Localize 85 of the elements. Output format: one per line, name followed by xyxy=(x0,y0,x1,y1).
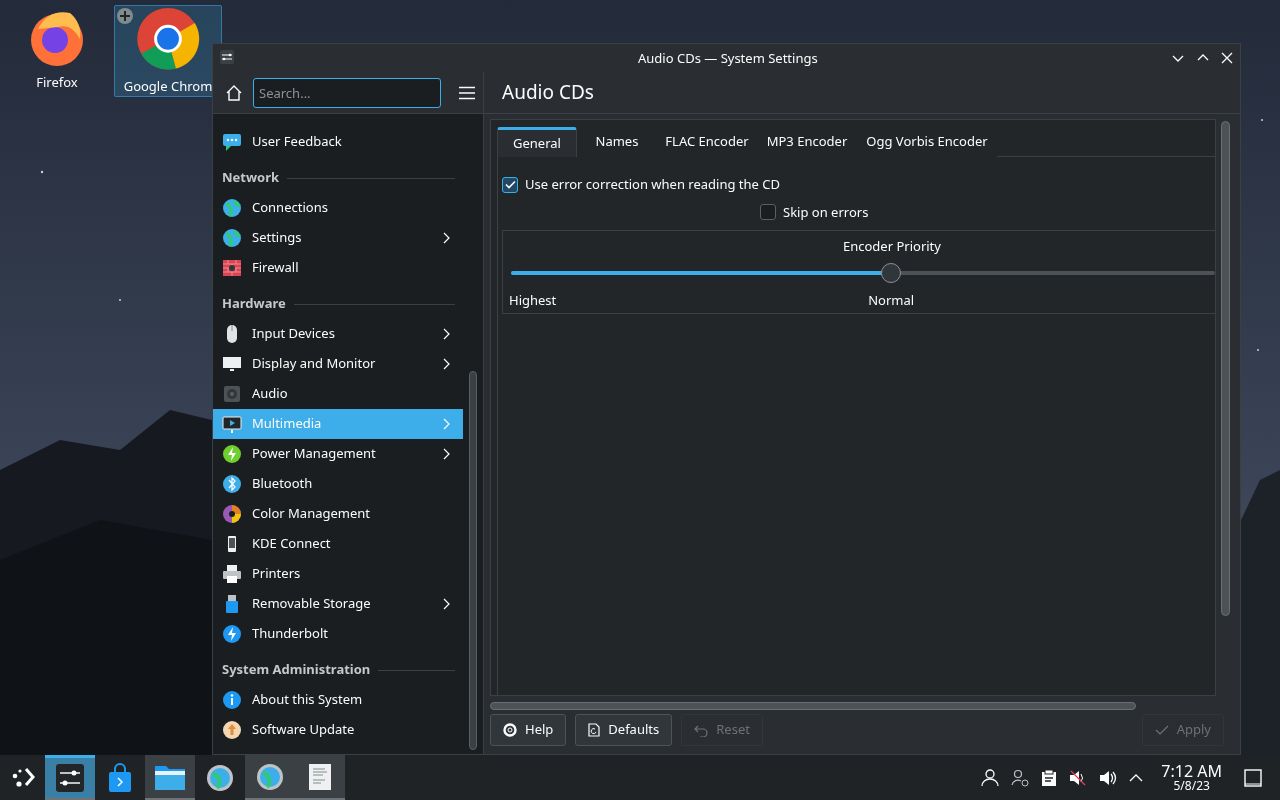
page-title: Audio CDs xyxy=(502,78,594,107)
document-icon xyxy=(588,723,601,737)
fox-logo-icon xyxy=(28,9,86,67)
monitor-icon xyxy=(222,354,242,374)
search-field[interactable]: Search... xyxy=(253,77,441,108)
globe-icon xyxy=(222,198,242,218)
sidebar-item[interactable]: Color Management xyxy=(213,499,463,529)
sidebar-item[interactable]: Bluetooth xyxy=(213,469,463,499)
home-icon[interactable] xyxy=(225,83,243,102)
group-title: Encoder Priority xyxy=(843,237,941,257)
user-icon[interactable] xyxy=(981,768,1000,787)
brick-wall-icon xyxy=(222,258,242,278)
scrollbar-thumb[interactable] xyxy=(1220,121,1230,616)
button[interactable]: Help xyxy=(490,714,567,746)
user-switch-icon[interactable] xyxy=(1011,768,1030,787)
task-button[interactable] xyxy=(145,755,195,800)
sidebar-item[interactable]: KDE Connect xyxy=(213,529,463,559)
muted-speaker-icon[interactable] xyxy=(1069,768,1088,787)
app-menu-icon[interactable] xyxy=(219,49,235,65)
slider-track[interactable] xyxy=(511,271,1215,275)
sidebar-item[interactable]: Software Update xyxy=(213,715,463,745)
desktop-icon-label: Google Chrom xyxy=(123,76,213,96)
slider-thumb[interactable] xyxy=(881,263,902,283)
checkmark-icon xyxy=(504,180,516,190)
media-screen-icon xyxy=(222,414,242,434)
speaker-icon xyxy=(222,384,242,404)
section-heading: Hardware xyxy=(222,294,286,314)
color-wheel-icon xyxy=(222,504,242,524)
globe-gear-icon xyxy=(256,762,284,791)
sidebar-item[interactable]: Input Devices xyxy=(213,319,463,349)
sidebar-item[interactable]: Audio xyxy=(213,379,463,409)
lifebuoy-icon xyxy=(503,723,517,737)
desktop-icon[interactable]: Google Chrom xyxy=(114,5,222,97)
sidebar-item[interactable]: Connections xyxy=(213,193,463,223)
sidebar-item[interactable]: Printers xyxy=(213,559,463,589)
tab[interactable]: General xyxy=(497,127,577,157)
close-icon[interactable] xyxy=(1221,52,1233,64)
task-button[interactable] xyxy=(245,755,295,800)
desktop-icon[interactable]: Firefox xyxy=(6,5,108,97)
checkbox[interactable] xyxy=(502,176,518,193)
sidebar-item[interactable]: About this System xyxy=(213,685,463,715)
button[interactable]: Defaults xyxy=(575,714,673,746)
sliders-icon xyxy=(55,763,85,793)
globe-icon xyxy=(222,228,242,248)
printer-icon xyxy=(222,564,242,584)
sidebar-item[interactable]: Firewall xyxy=(213,253,463,283)
checkbox[interactable] xyxy=(760,204,776,221)
update-icon xyxy=(222,720,242,740)
task-button[interactable] xyxy=(45,755,95,800)
task-button[interactable] xyxy=(295,755,345,800)
thunderbolt-icon xyxy=(222,624,242,644)
sidebar-item[interactable]: Thunderbolt xyxy=(213,619,463,649)
checkbox-label: Skip on errors xyxy=(783,202,869,222)
scrollbar-thumb[interactable] xyxy=(490,702,1136,710)
menu-icon[interactable] xyxy=(459,85,475,100)
caret-up-icon[interactable] xyxy=(1129,772,1144,783)
lightning-icon xyxy=(222,444,242,464)
desktop-icon-label: Firefox xyxy=(36,73,78,93)
checkmark-icon xyxy=(1154,724,1169,736)
sidebar-item[interactable]: Power Management xyxy=(213,439,463,469)
bluetooth-icon xyxy=(222,474,242,494)
globe-gear-icon xyxy=(206,763,234,792)
clock-time[interactable]: 7:12 AM xyxy=(1161,763,1222,779)
sidebar-item[interactable]: Settings xyxy=(213,223,463,253)
sidebar-item[interactable]: User Feedback xyxy=(213,127,463,157)
shopping-bag-icon xyxy=(106,762,134,793)
clock-date[interactable]: 5/8/23 xyxy=(1173,780,1210,792)
chrome-logo-icon xyxy=(136,7,200,71)
scrollbar-thumb[interactable] xyxy=(469,371,477,750)
slider-label: Normal xyxy=(868,291,915,311)
show-desktop-icon[interactable] xyxy=(1244,768,1262,787)
checkbox-label: Use error correction when reading the CD xyxy=(525,175,780,195)
info-icon xyxy=(222,690,242,710)
window-title: Audio CDs — System Settings xyxy=(638,49,818,69)
section-heading: Network xyxy=(222,168,280,188)
sidebar-item[interactable]: Display and Monitor xyxy=(213,349,463,379)
slider-label: Highest xyxy=(509,291,557,311)
speaker-icon[interactable] xyxy=(1099,768,1118,787)
text-document-icon xyxy=(308,762,332,791)
undo-icon xyxy=(694,723,709,737)
add-icon[interactable] xyxy=(119,10,131,22)
chat-bubble-icon xyxy=(222,132,242,152)
sidebar-item[interactable]: Removable Storage xyxy=(213,589,463,619)
section-heading: System Administration xyxy=(222,660,371,680)
clipboard-icon[interactable] xyxy=(1041,768,1058,787)
